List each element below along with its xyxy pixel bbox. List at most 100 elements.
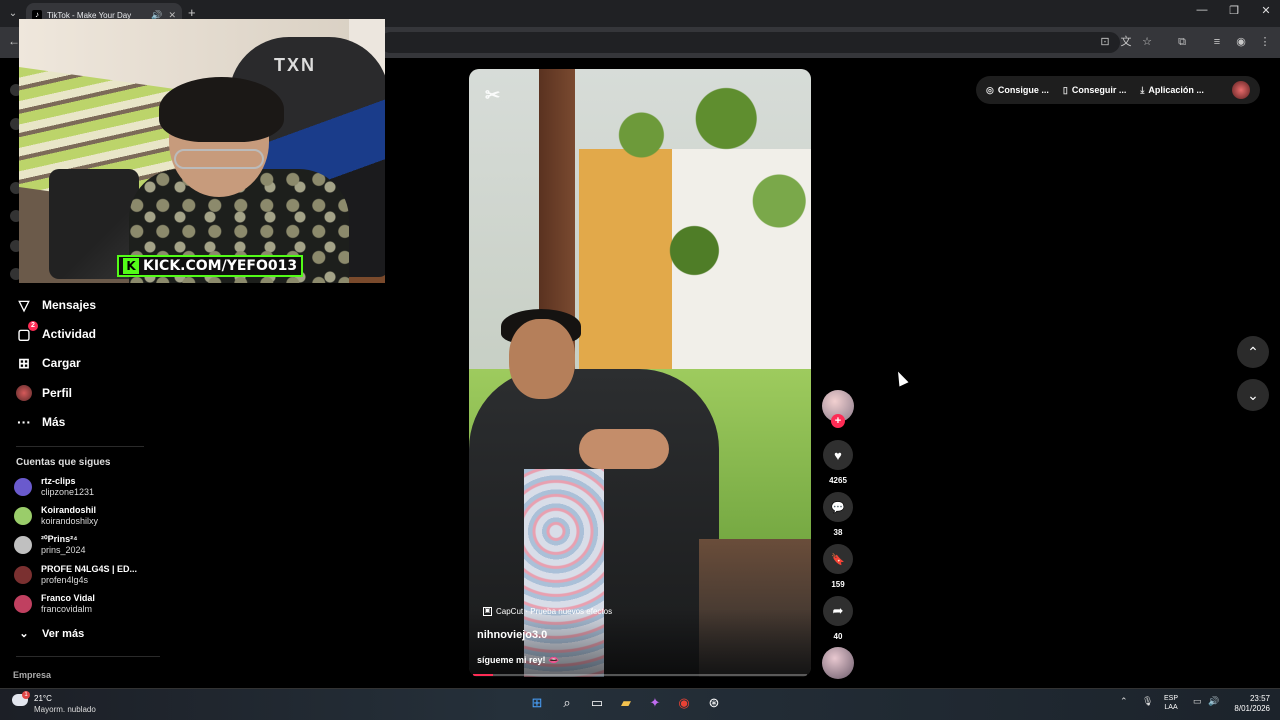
previous-video-button[interactable]: ⌃ [1237, 336, 1269, 368]
video-progress-bar[interactable] [473, 674, 807, 676]
account-username: prins_2024 [41, 545, 86, 555]
more-icon: ··· [17, 414, 31, 430]
see-more-button[interactable]: ⌄ Ver más [18, 627, 85, 641]
show-hidden-icons-icon[interactable]: ⌃ [1120, 696, 1128, 707]
next-video-button[interactable]: ⌄ [1237, 379, 1269, 411]
new-tab-button[interactable]: + [188, 5, 196, 20]
file-explorer-icon[interactable]: ▰ [617, 694, 635, 712]
copilot-icon[interactable]: ✦ [646, 694, 664, 712]
sidebar-item-cargar[interactable]: ⊞ Cargar [16, 352, 81, 374]
footer-company-link[interactable]: Empresa [13, 670, 51, 680]
heart-icon: ♥ [834, 447, 842, 463]
account-username: francovidalm [41, 604, 93, 614]
close-window-button[interactable]: ✕ [1256, 4, 1276, 17]
like-count: 4265 [829, 476, 847, 485]
address-bar[interactable] [380, 32, 1120, 53]
sidebar-item-label: Más [42, 415, 66, 429]
user-avatar[interactable] [1232, 81, 1250, 99]
mouse-cursor-icon [893, 369, 909, 387]
follow-plus-icon[interactable]: + [831, 414, 845, 428]
install-app-icon[interactable]: ⊡ [1097, 34, 1113, 50]
microphone-icon[interactable]: 🎙 [1142, 696, 1153, 707]
download-icon: ⤓ [1140, 84, 1145, 95]
network-icon[interactable]: ▭ [1193, 696, 1202, 707]
extensions-icon[interactable]: ⧉ [1174, 34, 1190, 50]
following-section-title: Cuentas que sigues [16, 457, 111, 468]
windows-start-icon[interactable]: ⊞ [528, 694, 546, 712]
account-username: koirandoshilxy [41, 516, 99, 526]
send-icon: ▽ [18, 297, 30, 313]
weather-badge: 1 [22, 691, 30, 699]
video-tree [599, 69, 811, 399]
see-more-label: Ver más [42, 627, 85, 640]
following-account[interactable]: ²⁰Prins²⁴ prins_2024 [14, 534, 86, 556]
video-person-face [509, 319, 575, 399]
kick-url: KICK.COM/YEFO013 [143, 258, 298, 274]
volume-icon[interactable]: 🔊 [1208, 696, 1219, 707]
account-name: Franco Vidal [41, 593, 95, 603]
streamer-glasses [174, 149, 264, 169]
windows-taskbar [0, 688, 1280, 720]
video-player[interactable]: ✂ ▣ CapCut · Prueba nuevos efectos nihno… [469, 69, 811, 677]
share-button[interactable]: ➦ [823, 596, 853, 626]
account-username: profen4lg4s [41, 575, 89, 585]
bookmark-star-icon[interactable]: ☆ [1139, 34, 1155, 50]
weather-description[interactable]: Mayorm. nublado [34, 705, 96, 714]
like-button[interactable]: ♥ [823, 440, 853, 470]
sidebar-item-perfil[interactable]: Perfil [16, 382, 72, 404]
chrome-icon[interactable]: ◉ [675, 694, 693, 712]
get-app-label: Conseguir ... [1071, 85, 1127, 95]
kick-banner: K KICK.COM/YEFO013 [117, 255, 304, 277]
get-coins-button[interactable]: ◎ Consigue ... [986, 85, 1049, 96]
video-progress-fill [473, 674, 494, 676]
video-hand [579, 429, 669, 469]
minimize-button[interactable]: — [1192, 4, 1212, 16]
share-count: 40 [833, 632, 843, 641]
kick-logo-icon: K [123, 258, 139, 274]
comment-count: 38 [833, 528, 843, 537]
music-disc-icon[interactable] [822, 647, 854, 679]
menu-kebab-icon[interactable]: ⋮ [1257, 34, 1273, 50]
obs-icon[interactable]: ⊛ [705, 694, 723, 712]
restore-button[interactable]: ❐ [1224, 4, 1244, 17]
account-name: rtz-clips [41, 476, 76, 486]
video-bottom-shade [469, 609, 811, 677]
sidebar-item-actividad[interactable]: ▢ 2 Actividad [16, 321, 97, 345]
download-app-button[interactable]: ⤓ Aplicación ... [1140, 85, 1204, 96]
avatar [14, 595, 32, 613]
following-account[interactable]: Koirandoshil koirandoshilxy [14, 505, 98, 527]
language-indicator[interactable]: ESP LAA [1164, 694, 1178, 712]
sidebar-item-mensajes[interactable]: ▽ Mensajes [16, 294, 96, 316]
effect-tag[interactable]: ▣ CapCut · Prueba nuevos efectos [483, 607, 612, 616]
following-account[interactable]: PROFE N4LG4S | ED... profen4lg4s [14, 564, 137, 586]
clock-date: 8/01/2026 [1234, 704, 1270, 713]
profile-icon[interactable]: ◉ [1233, 34, 1249, 50]
weather-temperature[interactable]: 21°C [34, 694, 52, 703]
account-name: PROFE N4LG4S | ED... [41, 564, 138, 574]
following-account[interactable]: rtz-clips clipzone1231 [14, 476, 94, 498]
bookmark-icon: 🔖 [831, 553, 845, 566]
comment-button[interactable]: 💬 [823, 492, 853, 522]
system-clock[interactable]: 23:57 8/01/2026 [1226, 694, 1270, 714]
sidebar-divider [16, 446, 144, 447]
sidebar-item-mas[interactable]: ··· Más [16, 411, 65, 433]
avatar [14, 536, 32, 554]
search-icon[interactable]: ⌕ [558, 694, 576, 712]
avatar [14, 566, 32, 584]
streamer-hair [159, 77, 284, 142]
following-account[interactable]: Franco Vidal francovidalm [14, 593, 95, 615]
save-button[interactable]: 🔖 [823, 544, 853, 574]
upload-icon: ⊞ [18, 355, 30, 371]
video-author[interactable]: nihnoviejo3.0 [477, 629, 547, 641]
task-view-icon[interactable]: ▭ [588, 694, 606, 712]
webcam-overlay: TXN K KICK.COM/YEFO013 [19, 19, 385, 283]
reading-list-icon[interactable]: ≡ [1209, 34, 1225, 50]
translate-icon[interactable]: 文 [1118, 34, 1134, 50]
sidebar-item-label: Actividad [42, 327, 97, 341]
sidebar-item-label: Cargar [42, 356, 81, 370]
capcut-icon: ▣ [483, 607, 492, 616]
share-icon: ➦ [832, 603, 844, 618]
get-app-button[interactable]: ▯ Conseguir ... [1063, 85, 1126, 96]
keyboard-layout: LAA [1164, 704, 1178, 711]
notification-badge: 2 [28, 321, 38, 331]
